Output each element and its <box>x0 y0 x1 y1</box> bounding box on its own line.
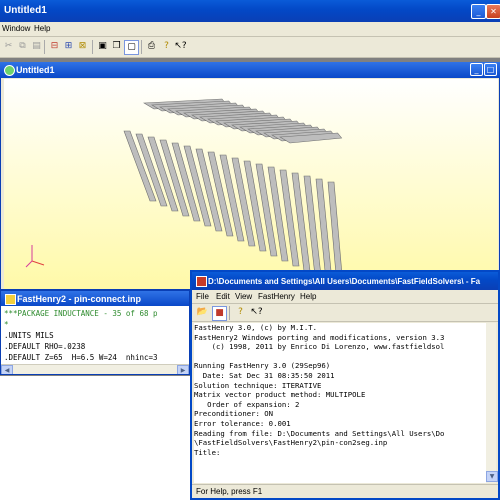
scroll-down-icon[interactable]: ▼ <box>486 471 498 482</box>
netlist-line: .DEFAULT RHO=.0238 <box>4 342 86 351</box>
main-title-bar[interactable]: Untitled1 _ ✕ <box>0 0 500 22</box>
output-line: Solution technique: ITERATIVE <box>194 380 322 390</box>
toolbar-separator <box>141 40 142 54</box>
main-close-button[interactable]: ✕ <box>486 4 500 19</box>
zoom-in-icon[interactable]: ⊞ <box>62 40 75 53</box>
output-line: Error tolerance: 0.001 <box>194 418 291 428</box>
child-window-title: Untitled1 <box>16 65 55 75</box>
toolbar-separator <box>229 306 230 320</box>
scroll-left-icon[interactable]: ◀ <box>1 365 13 374</box>
view-3d-icon[interactable]: ▢ <box>124 40 139 55</box>
netlist-line: .DEFAULT Z=65 H=6.5 W=24 nhinc=3 <box>4 353 158 362</box>
fasthenry2-input-title-bar[interactable]: FastHenry2 - pin-connect.inp <box>1 291 189 306</box>
main-menu-bar: Window Help <box>0 22 500 37</box>
output-line: Matrix vector product method: MULTIPOLE <box>194 390 366 400</box>
fasthenry2-input-title: FastHenry2 - pin-connect.inp <box>17 294 142 304</box>
document-icon <box>5 294 16 305</box>
view-box-icon[interactable]: ▣ <box>96 40 109 53</box>
menu-fasthenry[interactable]: FastHenry <box>258 292 295 301</box>
menu-view[interactable]: View <box>235 292 252 301</box>
output-line: Order of expansion: 2 <box>194 399 300 409</box>
status-bar: For Help, press F1 <box>192 484 498 499</box>
netlist-line: .UNITS MILS <box>4 331 54 340</box>
open-folder-icon[interactable]: 📂 <box>196 306 209 319</box>
zoom-out-icon[interactable]: ⊟ <box>48 40 61 53</box>
cut-icon[interactable]: ✂ <box>2 40 15 53</box>
paste-icon[interactable]: ▤ <box>30 40 43 53</box>
vertical-scrollbar[interactable]: ▼ <box>486 323 498 483</box>
fasthenry-output-title: D:\Documents and Settings\All Users\Docu… <box>208 277 481 286</box>
menu-help[interactable]: Help <box>300 292 316 301</box>
output-line: (c) 1998, 2011 by Enrico Di Lorenzo, www… <box>194 342 445 352</box>
output-line: Reading from file: D:\Documents and Sett… <box>194 428 445 438</box>
print-icon[interactable]: ⎙ <box>145 40 158 53</box>
output-line: FastHenry 3.0, (c) by M.I.T. <box>194 323 318 332</box>
child-maximize-button[interactable]: □ <box>484 63 497 76</box>
main-minimize-button[interactable]: _ <box>471 4 486 19</box>
output-line: Title: <box>194 447 221 457</box>
fasthenry2-input-window: FastHenry2 - pin-connect.inp ***PACKAGE … <box>0 290 190 375</box>
main-toolbar: ✂ ⧉ ▤ ⊟ ⊞ ⊠ ▣ ❒ ▢ ⎙ ? ↖? <box>0 37 500 58</box>
netlist-line: ***PACKAGE INDUCTANCE - 35 of 68 p <box>4 309 158 318</box>
3d-viewport[interactable] <box>4 79 498 289</box>
help-icon[interactable]: ? <box>160 40 173 53</box>
output-line: \FastFieldSolvers\FastHenry2\pin-con2seg… <box>194 438 388 448</box>
main-window-title: Untitled1 <box>4 5 47 16</box>
context-help-icon[interactable]: ↖? <box>174 40 187 53</box>
fasthenry-output-window: D:\Documents and Settings\All Users\Docu… <box>190 270 500 500</box>
menu-help[interactable]: Help <box>34 24 50 33</box>
menu-edit[interactable]: Edit <box>216 292 230 301</box>
output-line: Running FastHenry 3.0 (29Sep96) <box>194 361 331 371</box>
output-line: Preconditioner: ON <box>194 409 274 419</box>
status-text: For Help, press F1 <box>196 487 263 496</box>
output-line: FastHenry2 Windows porting and modificat… <box>194 332 445 342</box>
output-line: Date: Sat Dec 31 08:35:50 2011 <box>194 370 335 380</box>
horizontal-scrollbar[interactable]: ◀ ▶ <box>1 364 189 374</box>
toolbar-separator <box>44 40 45 54</box>
copy-icon[interactable]: ⧉ <box>16 40 29 53</box>
package-pin-geometry <box>25 98 344 287</box>
netlist-line: * <box>4 320 9 329</box>
untitled1-title-bar[interactable]: Untitled1 _ □ <box>0 62 500 78</box>
child-minimize-button[interactable]: _ <box>470 63 483 76</box>
toolbar-separator <box>92 40 93 54</box>
zoom-fit-icon[interactable]: ⊠ <box>76 40 89 53</box>
fasthenry-menu-bar: File Edit View FastHenry Help <box>192 290 498 304</box>
empty-pane <box>0 376 190 500</box>
child-window-icon <box>4 65 15 76</box>
fasthenry-toolbar: 📂 ■ ? ↖? <box>192 304 498 322</box>
fasthenry-app-icon <box>196 276 207 287</box>
scroll-right-icon[interactable]: ▶ <box>177 365 189 374</box>
menu-window[interactable]: Window <box>2 24 30 33</box>
view-cube-icon[interactable]: ❒ <box>110 40 123 53</box>
help-icon[interactable]: ? <box>234 306 247 319</box>
stop-icon[interactable]: ■ <box>212 306 227 321</box>
context-help-icon[interactable]: ↖? <box>250 306 263 319</box>
menu-file[interactable]: File <box>196 292 209 301</box>
solver-output-text[interactable]: FastHenry 3.0, (c) by M.I.T. FastHenry2 W… <box>194 323 496 483</box>
netlist-text-area[interactable]: ***PACKAGE INDUCTANCE - 35 of 68 p * .UNIT… <box>4 308 189 363</box>
axis-triad-icon <box>25 245 45 268</box>
fasthenry-output-title-bar[interactable]: D:\Documents and Settings\All Users\Docu… <box>192 272 498 290</box>
